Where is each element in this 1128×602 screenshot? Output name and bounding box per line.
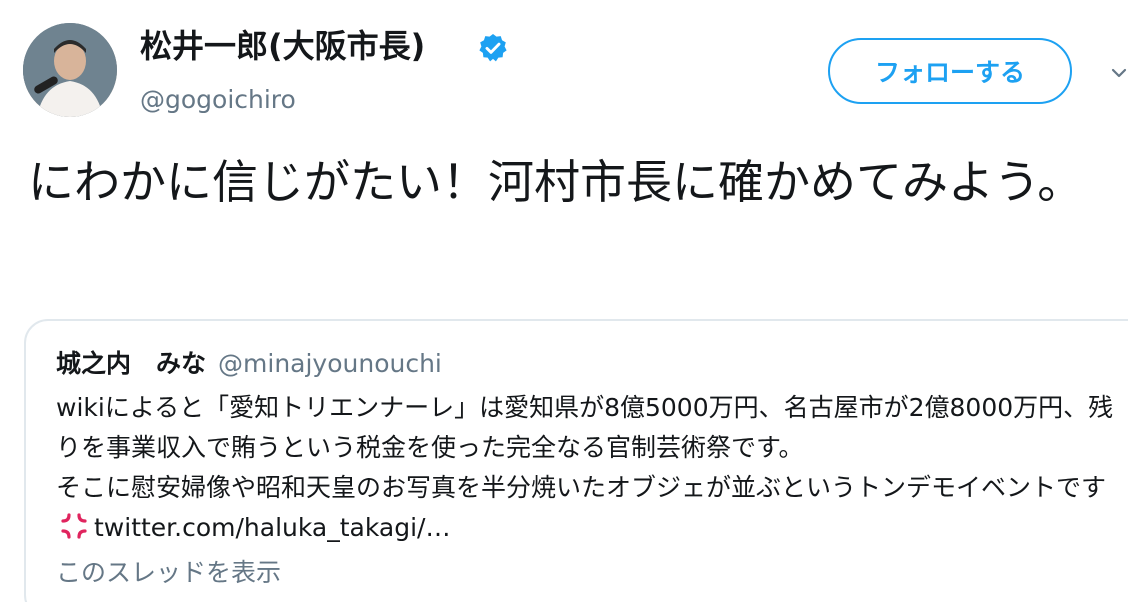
quoted-text-line: wikiによると「愛知トリエンナーレ」は愛知県が8億5000万円、名古屋市が2億… [56, 393, 1114, 462]
quoted-author-handle: @minajyounouchi [218, 349, 442, 378]
quoted-author-name: 城之内 みな [56, 349, 207, 378]
author-avatar[interactable] [23, 23, 117, 117]
quoted-tweet-text: wikiによると「愛知トリエンナーレ」は愛知県が8億5000万円、名古屋市が2億… [56, 388, 1116, 548]
show-thread-link[interactable]: このスレッドを表示 [56, 556, 281, 590]
quoted-tweet-link[interactable]: twitter.com/haluka_takagi/… [94, 513, 450, 542]
author-handle[interactable]: @gogoichiro [140, 84, 296, 116]
quoted-text-line: そこに慰安婦像や昭和天皇のお写真を半分焼いたオブジェが並ぶというトンデモイベント… [56, 468, 1116, 548]
quoted-tweet-header: 城之内 みな @minajyounouchi [56, 347, 442, 381]
follow-button[interactable]: フォローする [828, 38, 1072, 104]
user-avatar-icon [23, 23, 117, 117]
verified-badge-icon [479, 34, 507, 62]
anger-symbol-icon [61, 513, 87, 539]
author-display-name[interactable]: 松井一郎(大阪市長) [140, 26, 425, 66]
chevron-down-icon[interactable] [1110, 64, 1128, 82]
tweet-text: にわかに信じがたい！河村市長に確かめてみよう。 [28, 155, 1084, 209]
quoted-text-segment: そこに慰安婦像や昭和天皇のお写真を半分焼いたオブジェが並ぶというトンデモイベント… [56, 473, 1107, 502]
tweet-page: 松井一郎(大阪市長) @gogoichiro フォローする にわかに信じがたい！… [0, 0, 1128, 602]
